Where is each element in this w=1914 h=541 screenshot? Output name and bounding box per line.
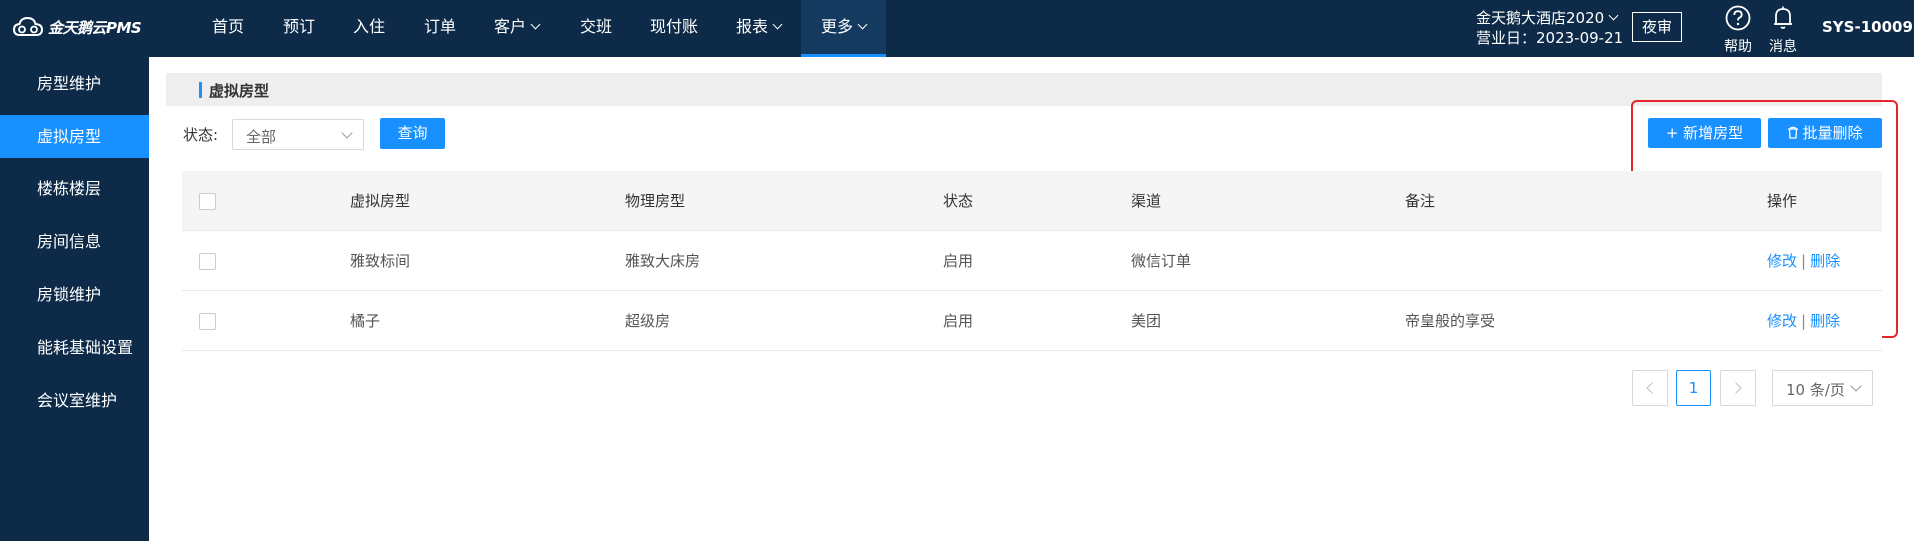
trash-icon xyxy=(1788,126,1799,139)
sidebar-item-room-info[interactable]: 房间信息 xyxy=(0,220,149,263)
section-accent-bar xyxy=(199,82,202,98)
night-audit-button[interactable]: 夜审 xyxy=(1632,12,1682,42)
nav-label: 交班 xyxy=(580,17,613,36)
nav-item-reservation[interactable]: 预订 xyxy=(283,0,315,57)
page-size-select[interactable]: 10 条/页 xyxy=(1772,370,1873,406)
column-header: 状态 xyxy=(943,192,974,210)
row-checkbox[interactable] xyxy=(199,313,216,330)
table-row: 雅致标间 雅致大床房 启用 微信订单 修改 | 删除 xyxy=(182,231,1882,291)
action-separator: | xyxy=(1801,312,1807,330)
chevron-right-icon xyxy=(1730,382,1742,394)
cell-virtual-type: 雅致标间 xyxy=(350,252,411,270)
nav-label: 客户 xyxy=(494,17,527,36)
nav-label: 入住 xyxy=(353,17,386,36)
hotel-name: 金天鹅大酒店2020 xyxy=(1476,9,1605,27)
table-row: 橘子 超级房 启用 美团 帝皇般的享受 修改 | 删除 xyxy=(182,291,1882,351)
nav-label: 预订 xyxy=(283,17,316,36)
column-header: 备注 xyxy=(1405,192,1436,210)
help-button[interactable]: 帮助 xyxy=(1718,4,1758,56)
status-filter-label: 状态: xyxy=(183,126,219,144)
nav-item-reports[interactable]: 报表 xyxy=(736,0,783,57)
chevron-down-icon xyxy=(1850,380,1862,392)
chevron-down-icon xyxy=(772,19,783,30)
cloud-logo-icon xyxy=(12,16,44,36)
table-header: 虚拟房型 物理房型 状态 渠道 备注 操作 xyxy=(182,171,1882,231)
sidebar-item-virtual-room-type[interactable]: 虚拟房型 xyxy=(0,115,149,158)
cell-actions: 修改 | 删除 xyxy=(1767,231,1840,291)
delete-link[interactable]: 删除 xyxy=(1810,312,1840,330)
page-size-value: 10 条/页 xyxy=(1786,381,1845,399)
top-navigation-bar: 金天鹅云PMS 首页 预订 入住 订单 客户 交班 现付账 报表 更多 金天鹅大… xyxy=(0,0,1914,57)
column-header: 虚拟房型 xyxy=(350,192,411,210)
chevron-down-icon xyxy=(857,19,868,30)
app-logo[interactable]: 金天鹅云PMS xyxy=(12,16,142,38)
help-icon xyxy=(1725,5,1751,31)
cell-actions: 修改 | 删除 xyxy=(1767,291,1840,351)
hotel-selector[interactable]: 金天鹅大酒店2020 营业日：2023-09-21 xyxy=(1476,8,1623,48)
chevron-down-icon xyxy=(530,19,541,30)
sidebar-item-room-type[interactable]: 房型维护 xyxy=(0,62,149,105)
delete-link[interactable]: 删除 xyxy=(1810,252,1840,270)
row-checkbox[interactable] xyxy=(199,253,216,270)
nav-item-home[interactable]: 首页 xyxy=(212,0,244,57)
edit-link[interactable]: 修改 xyxy=(1767,312,1797,330)
business-date: 营业日：2023-09-21 xyxy=(1476,29,1624,47)
nav-item-shift[interactable]: 交班 xyxy=(580,0,612,57)
logo-text: 金天鹅云PMS xyxy=(48,18,142,37)
section-header: 虚拟房型 xyxy=(166,73,1882,106)
cell-status: 启用 xyxy=(943,252,974,270)
help-label: 帮助 xyxy=(1724,39,1752,55)
messages-label: 消息 xyxy=(1769,39,1797,55)
user-menu[interactable]: SYS-10009 xyxy=(1822,18,1913,36)
batch-delete-button[interactable]: 批量删除 xyxy=(1768,118,1882,148)
column-header: 渠道 xyxy=(1131,192,1162,210)
nav-item-customers[interactable]: 客户 xyxy=(494,0,541,57)
chevron-down-icon xyxy=(341,127,353,139)
page-title: 虚拟房型 xyxy=(209,82,270,100)
sidebar-item-lock[interactable]: 房锁维护 xyxy=(0,273,149,316)
nav-label: 更多 xyxy=(821,17,854,36)
status-select-value: 全部 xyxy=(246,128,277,146)
select-all-checkbox[interactable] xyxy=(199,193,216,210)
sidebar: 房型维护 虚拟房型 楼栋楼层 房间信息 房锁维护 能耗基础设置 会议室维护 xyxy=(0,57,149,541)
column-header: 操作 xyxy=(1767,192,1798,210)
action-separator: | xyxy=(1801,252,1807,270)
cell-channel: 微信订单 xyxy=(1131,252,1192,270)
nav-label: 订单 xyxy=(424,17,457,36)
nav-item-more[interactable]: 更多 xyxy=(801,0,887,57)
messages-button[interactable]: 消息 xyxy=(1763,4,1803,56)
add-room-type-button[interactable]: + 新增房型 xyxy=(1648,118,1761,148)
sidebar-item-meeting-room[interactable]: 会议室维护 xyxy=(0,379,149,422)
status-select[interactable]: 全部 xyxy=(232,119,364,150)
bell-icon xyxy=(1774,6,1792,29)
sidebar-item-building-floor[interactable]: 楼栋楼层 xyxy=(0,167,149,210)
chevron-down-icon xyxy=(1608,10,1619,21)
nav-item-cash-account[interactable]: 现付账 xyxy=(650,0,698,57)
cell-virtual-type: 橘子 xyxy=(350,312,381,330)
next-page-button[interactable] xyxy=(1720,370,1756,406)
nav-label: 现付账 xyxy=(650,17,699,36)
nav-label: 报表 xyxy=(736,17,769,36)
nav-label: 首页 xyxy=(212,17,245,36)
batch-delete-label: 批量删除 xyxy=(1802,124,1863,142)
edit-link[interactable]: 修改 xyxy=(1767,252,1797,270)
nav-item-checkin[interactable]: 入住 xyxy=(353,0,385,57)
cell-physical-type: 超级房 xyxy=(625,312,671,330)
cell-channel: 美团 xyxy=(1131,312,1162,330)
cell-status: 启用 xyxy=(943,312,974,330)
page-number-current[interactable]: 1 xyxy=(1676,370,1711,406)
query-button[interactable]: 查询 xyxy=(380,118,445,149)
chevron-left-icon xyxy=(1646,382,1658,394)
sidebar-item-energy[interactable]: 能耗基础设置 xyxy=(0,326,149,369)
nav-item-orders[interactable]: 订单 xyxy=(424,0,456,57)
column-header: 物理房型 xyxy=(625,192,686,210)
prev-page-button[interactable] xyxy=(1632,370,1668,406)
cell-physical-type: 雅致大床房 xyxy=(625,252,701,270)
cell-remark: 帝皇般的享受 xyxy=(1405,312,1496,330)
